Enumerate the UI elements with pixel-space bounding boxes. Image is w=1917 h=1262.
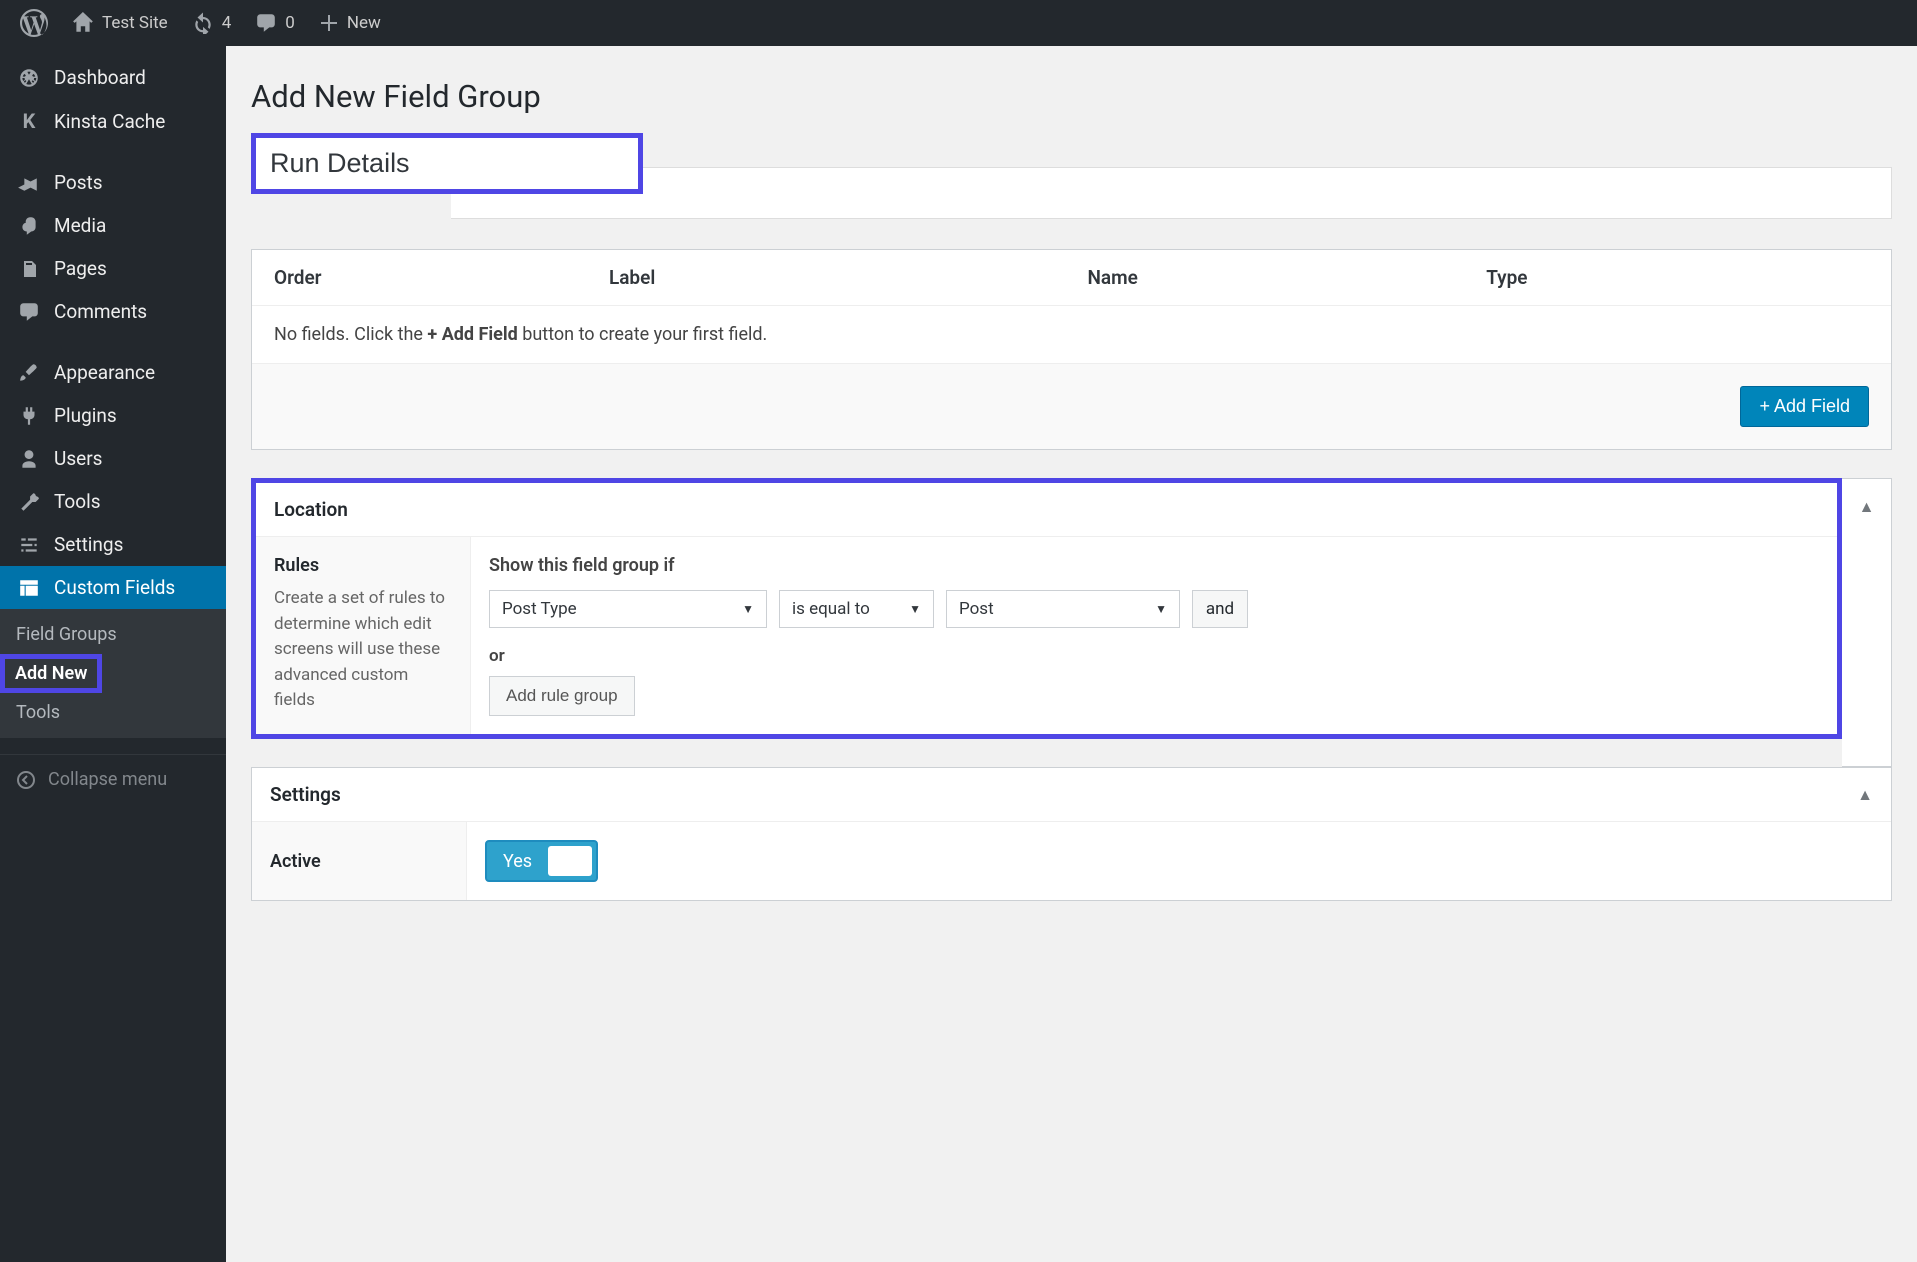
location-side: Rules Create a set of rules to determine… (256, 537, 471, 734)
chevron-down-icon: ▼ (909, 602, 921, 616)
rules-description: Create a set of rules to determine which… (274, 586, 452, 714)
plus-icon (319, 13, 339, 33)
sidebar-item-dashboard[interactable]: Dashboard (0, 56, 226, 99)
sidebar-item-tools[interactable]: Tools (0, 480, 226, 523)
settings-main: Yes (467, 822, 1891, 900)
main-content: Add New Field Group Order Label Name Typ… (226, 46, 1917, 1262)
admin-sidebar: Dashboard KKinsta Cache Posts Media Page… (0, 46, 226, 1262)
or-label: or (489, 646, 1819, 666)
th-order: Order (274, 266, 609, 289)
fields-icon (16, 577, 42, 599)
title-highlight (251, 133, 643, 194)
submenu-field-groups[interactable]: Field Groups (0, 615, 226, 654)
th-type: Type (1486, 266, 1869, 289)
collapse-panel-icon[interactable]: ▲ (1859, 497, 1875, 517)
sidebar-item-plugins[interactable]: Plugins (0, 394, 226, 437)
rule-value-select[interactable]: Post▼ (946, 590, 1180, 628)
new-content-link[interactable]: New (307, 0, 393, 46)
sidebar-item-kinsta-cache[interactable]: KKinsta Cache (0, 99, 226, 143)
th-name: Name (1087, 266, 1486, 289)
sliders-icon (16, 534, 42, 556)
settings-title: Settings (270, 783, 341, 806)
sidebar-item-users[interactable]: Users (0, 437, 226, 480)
fields-footer: + Add Field (252, 364, 1891, 449)
chevron-down-icon: ▼ (1155, 602, 1167, 616)
site-link[interactable]: Test Site (60, 0, 180, 46)
kinsta-icon: K (16, 109, 42, 133)
comment-icon (255, 12, 277, 34)
sidebar-item-appearance[interactable]: Appearance (0, 351, 226, 394)
fields-table-header: Order Label Name Type (252, 250, 1891, 306)
home-icon (72, 12, 94, 34)
comments-link[interactable]: 0 (243, 0, 307, 46)
collapse-icon (16, 770, 36, 790)
comments-icon (16, 301, 42, 323)
fields-box: Order Label Name Type No fields. Click t… (251, 249, 1892, 450)
rules-label: Rules (274, 555, 452, 576)
dashboard-icon (16, 67, 42, 89)
custom-fields-submenu: Field Groups Add New Tools (0, 609, 226, 738)
location-box: Location Rules Create a set of rules to … (251, 478, 1842, 739)
collapse-panel-icon[interactable]: ▲ (1857, 785, 1873, 805)
condition-label: Show this field group if (489, 555, 1819, 576)
plug-icon (16, 405, 42, 427)
location-main: Show this field group if Post Type▼ is e… (471, 537, 1837, 734)
user-icon (16, 448, 42, 470)
rule-operator-select[interactable]: is equal to▼ (779, 590, 934, 628)
submenu-tools[interactable]: Tools (0, 693, 226, 732)
sidebar-item-media[interactable]: Media (0, 204, 226, 247)
sidebar-item-custom-fields[interactable]: Custom Fields (0, 566, 226, 609)
sidebar-item-comments[interactable]: Comments (0, 290, 226, 333)
settings-box: Settings ▲ Active Yes (251, 767, 1892, 901)
updates-link[interactable]: 4 (180, 0, 244, 46)
field-group-title-input[interactable] (256, 138, 638, 189)
wrench-icon (16, 491, 42, 513)
submenu-add-new-highlight: Add New (0, 654, 226, 693)
media-icon (16, 215, 42, 237)
settings-side: Active (252, 822, 467, 900)
rule-param-select[interactable]: Post Type▼ (489, 590, 767, 628)
comments-count: 0 (285, 13, 295, 33)
fields-empty-message: No fields. Click the + Add Field button … (252, 306, 1891, 364)
active-toggle[interactable]: Yes (485, 840, 598, 882)
toggle-knob (548, 846, 592, 876)
add-and-rule-button[interactable]: and (1192, 590, 1248, 628)
collapse-menu-button[interactable]: Collapse menu (0, 754, 226, 804)
th-label: Label (609, 266, 1088, 289)
sidebar-item-pages[interactable]: Pages (0, 247, 226, 290)
wp-logo[interactable] (8, 0, 60, 46)
chevron-down-icon: ▼ (742, 602, 754, 616)
pin-icon (16, 172, 42, 194)
sidebar-item-settings[interactable]: Settings (0, 523, 226, 566)
add-field-button[interactable]: + Add Field (1740, 386, 1869, 427)
page-title: Add New Field Group (251, 78, 1892, 115)
submenu-add-new[interactable]: Add New (5, 659, 97, 688)
brush-icon (16, 362, 42, 384)
rule-row: Post Type▼ is equal to▼ Post▼ and (489, 590, 1819, 628)
new-label: New (347, 13, 381, 33)
pages-icon (16, 259, 42, 279)
updates-count: 4 (222, 13, 232, 33)
add-rule-group-button[interactable]: Add rule group (489, 676, 635, 716)
site-name: Test Site (102, 13, 168, 33)
admin-bar: Test Site 4 0 New (0, 0, 1917, 46)
refresh-icon (192, 12, 214, 34)
sidebar-item-posts[interactable]: Posts (0, 161, 226, 204)
location-title: Location (274, 498, 348, 521)
location-toggle-area: ▲ (1842, 478, 1892, 767)
active-label: Active (270, 851, 321, 872)
